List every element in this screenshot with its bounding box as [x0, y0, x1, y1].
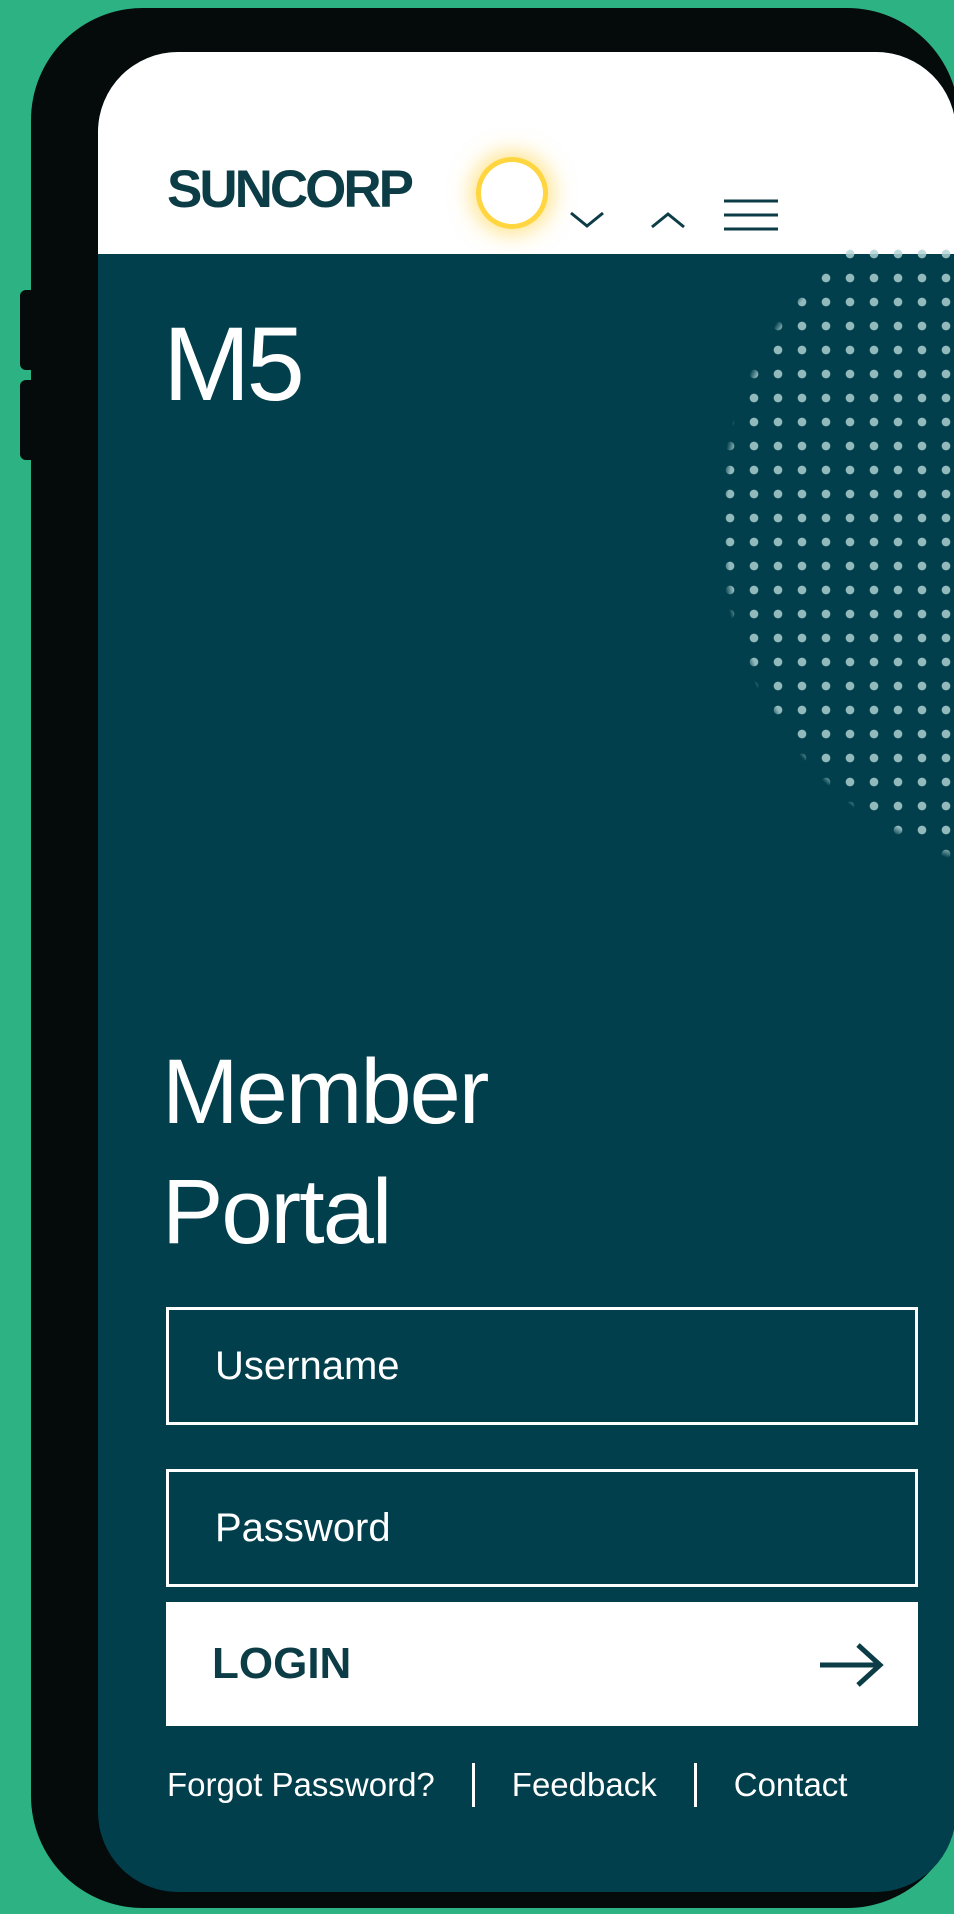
- chevron-up-icon[interactable]: [649, 210, 687, 230]
- password-field-box: [166, 1469, 918, 1587]
- brand-logo-text: SUNCORP: [167, 160, 414, 219]
- footer-divider: [693, 1763, 697, 1807]
- portal-title-line1: Member: [162, 1041, 489, 1143]
- dot-pattern-decoration: [478, 242, 954, 1022]
- brand-sun-icon: [481, 162, 543, 224]
- app-header: SUNCORP: [98, 52, 954, 254]
- menu-icon[interactable]: [724, 198, 778, 232]
- chevron-down-icon[interactable]: [568, 210, 606, 230]
- footer-divider: [471, 1763, 475, 1807]
- portal-title: Member Portal: [162, 1032, 489, 1272]
- app-title: M5: [163, 306, 305, 423]
- login-button-label: LOGIN: [212, 1639, 352, 1688]
- footer-links: Forgot Password? Feedback Contact: [167, 1760, 925, 1810]
- forgot-password-link[interactable]: Forgot Password?: [167, 1766, 435, 1804]
- arrow-right-icon: [820, 1643, 884, 1687]
- password-input[interactable]: [169, 1472, 915, 1584]
- contact-link[interactable]: Contact: [734, 1766, 848, 1804]
- username-input[interactable]: [169, 1310, 915, 1422]
- login-button[interactable]: LOGIN: [166, 1602, 918, 1726]
- phone-frame: SUNCORP M5 Member Portal Username LOGIN …: [31, 8, 954, 1908]
- feedback-link[interactable]: Feedback: [512, 1766, 657, 1804]
- phone-screen: SUNCORP M5 Member Portal Username LOGIN …: [98, 52, 954, 1892]
- username-field-box: [166, 1307, 918, 1425]
- portal-title-line2: Portal: [162, 1161, 392, 1263]
